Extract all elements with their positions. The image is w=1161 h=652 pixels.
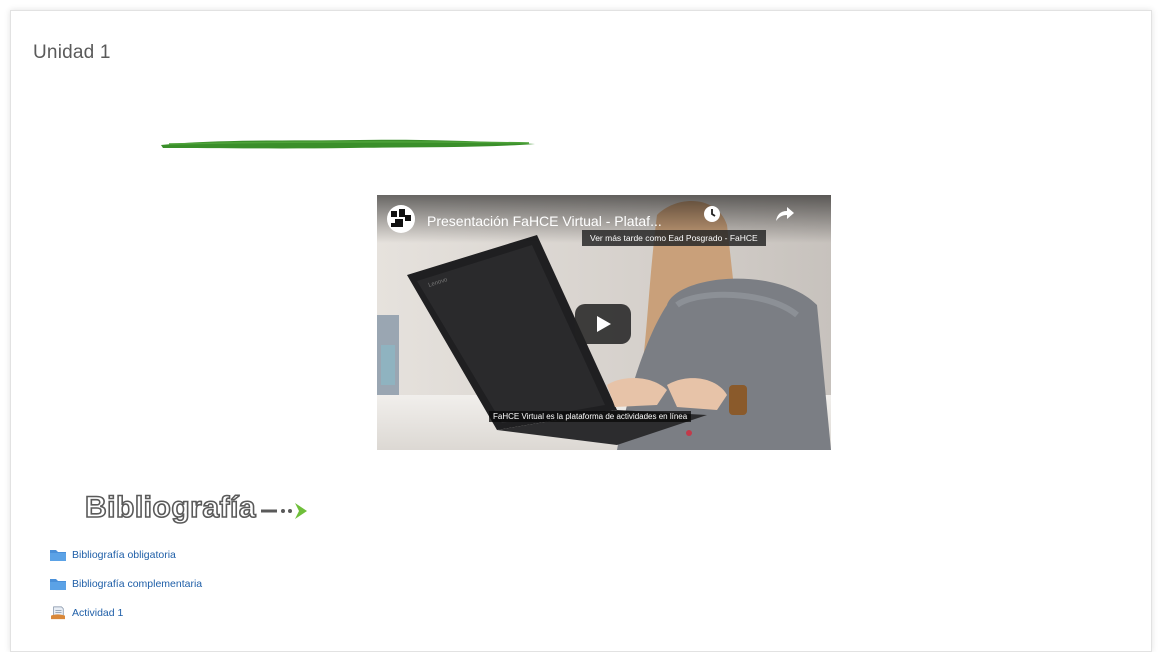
video-player[interactable]: Lenovo Presentación FaHCE Virtual - Plat… (377, 195, 831, 450)
arrow-icon (261, 503, 307, 519)
resource-link-actividad-1[interactable]: Actividad 1 (49, 606, 123, 620)
watch-later-tooltip: Ver más tarde como Ead Posgrado - FaHCE (582, 230, 766, 246)
resource-label[interactable]: Bibliografía complementaria (72, 578, 202, 590)
folder-icon (50, 550, 66, 561)
play-button[interactable] (575, 304, 631, 344)
channel-logo-icon[interactable] (387, 205, 415, 233)
share-arrow-icon[interactable] (775, 205, 795, 223)
video-title[interactable]: Presentación FaHCE Virtual - Plataf... (427, 213, 662, 229)
section-title: Unidad 1 (33, 42, 111, 63)
bibliografia-heading: Bibliografía (84, 490, 307, 525)
video-caption: FaHCE Virtual es la plataforma de activi… (489, 411, 692, 422)
resource-label[interactable]: Actividad 1 (72, 607, 123, 619)
clock-icon[interactable] (703, 205, 721, 223)
assignment-icon (51, 606, 65, 620)
resource-link-bibliografia-complementaria[interactable]: Bibliografía complementaria (49, 577, 202, 591)
resource-link-bibliografia-obligatoria[interactable]: Bibliografía obligatoria (49, 548, 176, 562)
resource-label[interactable]: Bibliografía obligatoria (72, 549, 176, 561)
green-brush-divider (161, 139, 535, 149)
course-section-card: Unidad 1 Lenovo Presentación FaHCE Virtu… (10, 10, 1152, 652)
bibliografia-heading-text: Bibliografía (85, 491, 256, 524)
folder-icon (50, 579, 66, 590)
